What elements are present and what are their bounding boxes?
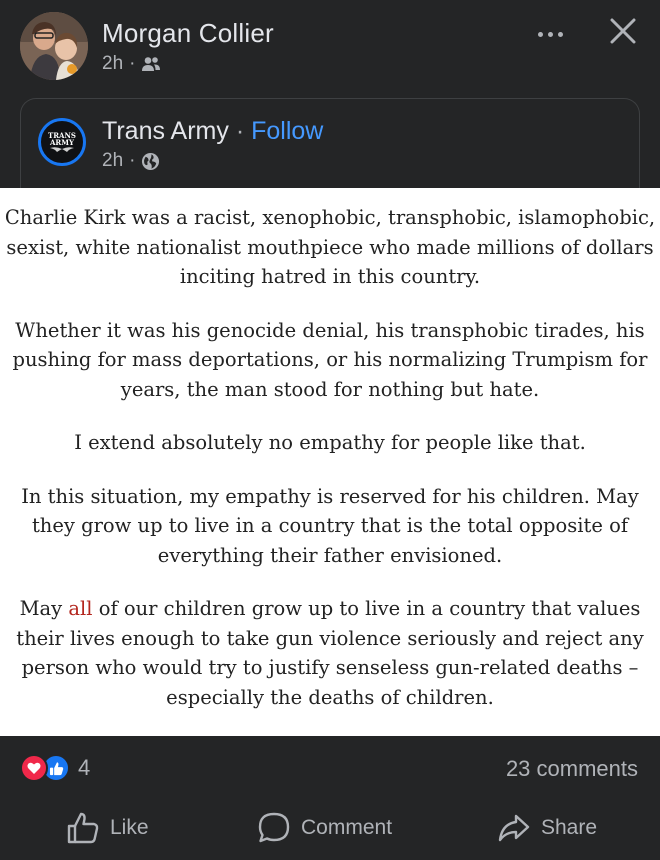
page-logo[interactable]: TRANS ARMY [38,118,86,166]
thumbs-up-outline-icon [67,812,99,844]
statement-text-segment: of our children grow up to live in a cou… [16,597,644,709]
close-icon [610,18,636,44]
statement-paragraph: In this situation, my empathy is reserve… [21,484,639,567]
meta-separator: · [129,150,136,171]
close-button[interactable] [606,14,640,48]
share-button[interactable]: Share [497,810,597,846]
post-header: Morgan Collier 2h · [0,0,660,98]
statement-paragraph: Whether it was his genocide denial, his … [12,318,648,401]
statement-paragraph: Charlie Kirk was a racist, xenophobic, t… [4,206,656,288]
action-bar: Like Comment Share [0,800,660,856]
follow-button[interactable]: Follow [251,117,323,145]
page-name[interactable]: Trans Army [102,117,229,145]
friends-icon [142,57,161,71]
reaction-summary[interactable]: 4 [20,754,90,782]
shared-post-meta: 2h · [102,150,160,172]
avatar-photo [20,12,88,80]
share-arrow-icon [498,814,530,842]
reaction-count: 4 [78,755,91,780]
statement-paragraph: May all of our children grow up to live … [0,594,660,712]
comment-label: Comment [301,816,393,839]
statement-paragraph: I extend absolutely no empathy for peopl… [74,431,586,454]
name-separator: · [235,117,245,145]
heart-icon [27,762,41,774]
love-icon [20,754,48,782]
more-options-button[interactable] [530,22,570,46]
statement-text: Charlie Kirk was a racist, xenophobic, t… [0,203,660,736]
like-button[interactable]: Like [66,810,149,846]
comment-button[interactable]: Comment [257,810,392,846]
post-time[interactable]: 2h [102,53,123,75]
more-dots-icon [557,31,563,37]
statement-text-segment: May [19,597,69,620]
shared-page-header: Trans Army · Follow [102,117,323,146]
post-meta: 2h · [102,53,161,75]
shared-post-time[interactable]: 2h [102,150,123,172]
emphasized-word: all [68,597,93,620]
comment-count[interactable]: 23 comments [506,756,638,782]
statement-image[interactable]: Charlie Kirk was a racist, xenophobic, t… [0,188,660,736]
meta-separator: · [129,53,136,74]
author-name[interactable]: Morgan Collier [102,18,274,49]
speech-bubble-icon [258,812,290,843]
logo-text: ARMY [50,137,74,147]
more-dots-icon [537,31,543,37]
thumbs-up-icon [49,761,63,775]
avatar[interactable] [20,12,88,80]
like-label: Like [110,816,149,839]
more-dots-icon [547,31,553,37]
globe-icon [142,152,160,170]
share-label: Share [541,816,598,839]
wings-icon [50,146,74,152]
